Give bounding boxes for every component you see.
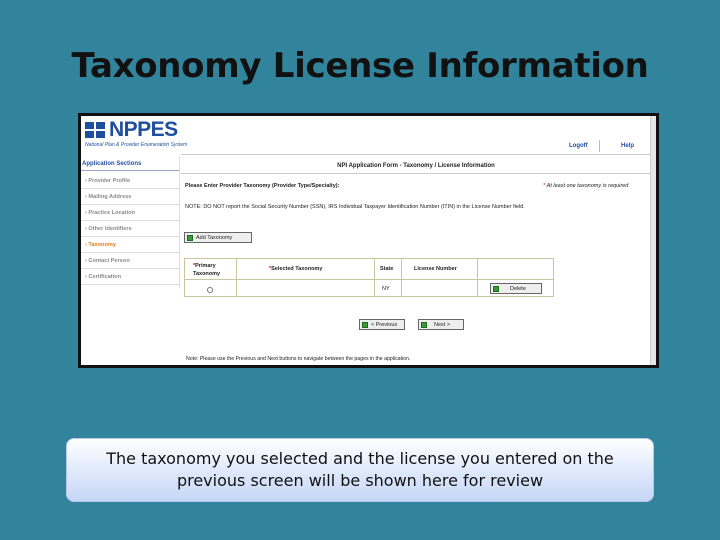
nppes-logo: NPPES National Plan & Provider Enumerati…	[83, 118, 201, 154]
add-icon	[187, 234, 193, 241]
sidebar-item-provider-profile[interactable]: › Provider Profile	[85, 178, 179, 184]
add-taxonomy-button[interactable]: Add Taxonomy	[184, 232, 252, 243]
next-icon	[421, 321, 427, 328]
required-asterisk: *	[543, 183, 546, 189]
logoff-link[interactable]: Logoff	[569, 143, 588, 149]
required-note: * At least one taxonomy is required	[543, 183, 628, 189]
add-taxonomy-label: Add Taxonomy	[196, 234, 233, 241]
state-value: NY	[382, 285, 390, 292]
header-primary-taxonomy: *Primary Taxonomy	[193, 262, 221, 277]
sidebar-item-certification[interactable]: › Certification	[85, 274, 179, 280]
application-screenshot: NPPES National Plan & Provider Enumerati…	[78, 113, 659, 368]
sidebar-title: Application Sections	[81, 161, 179, 171]
form-title: NPI Application Form - Taxonomy / Licens…	[337, 163, 495, 169]
next-button[interactable]: Next >	[418, 319, 464, 330]
previous-icon	[362, 321, 368, 328]
help-link[interactable]: Help	[621, 143, 634, 149]
header-selected-taxonomy: * Selected Taxonomy	[269, 266, 323, 272]
delete-icon	[493, 285, 499, 292]
taxonomy-instruction: Please Enter Provider Taxonomy (Provider…	[185, 183, 340, 189]
next-label: Next >	[434, 321, 451, 328]
slide-title: Taxonomy License Information	[71, 46, 649, 86]
license-number-value	[407, 280, 475, 297]
previous-button[interactable]: < Previous	[359, 319, 405, 330]
primary-taxonomy-radio[interactable]	[207, 287, 213, 293]
header-license-number: License Number	[414, 266, 457, 272]
sidebar-item-mailing-address[interactable]: › Mailing Address	[85, 194, 179, 200]
taxonomy-table: *Primary Taxonomy * Selected Taxonomy Sta…	[184, 258, 554, 297]
sidebar-item-contact-person[interactable]: › Contact Person	[85, 258, 179, 264]
previous-label: < Previous	[371, 321, 398, 328]
header-state: State	[380, 266, 394, 272]
selected-taxonomy-value	[243, 280, 373, 297]
logo-subtitle: National Plan & Provider Enumeration Sys…	[85, 142, 188, 148]
navigation-note: Note: Please use the Previous and Next b…	[186, 356, 411, 362]
delete-button[interactable]: Delete	[490, 283, 542, 294]
nppes-grid-icon	[85, 122, 105, 138]
ssn-note: NOTE: DO NOT report the Social Security …	[185, 204, 525, 210]
caption-box: The taxonomy you selected and the licens…	[66, 438, 654, 502]
required-note-text: At least one taxonomy is required	[546, 183, 629, 189]
sidebar-item-other-identifiers[interactable]: › Other Identifiers	[85, 226, 179, 232]
delete-label: Delete	[510, 285, 526, 292]
sidebar: Application Sections › Provider Profile …	[81, 156, 179, 288]
sidebar-item-taxonomy[interactable]: › Taxonomy	[85, 242, 179, 248]
top-links: Logoff Help	[547, 138, 655, 152]
sidebar-item-practice-location[interactable]: › Practice Location	[85, 210, 179, 216]
logo-text: NPPES	[109, 118, 178, 141]
caption-text: The taxonomy you selected and the licens…	[106, 449, 614, 490]
